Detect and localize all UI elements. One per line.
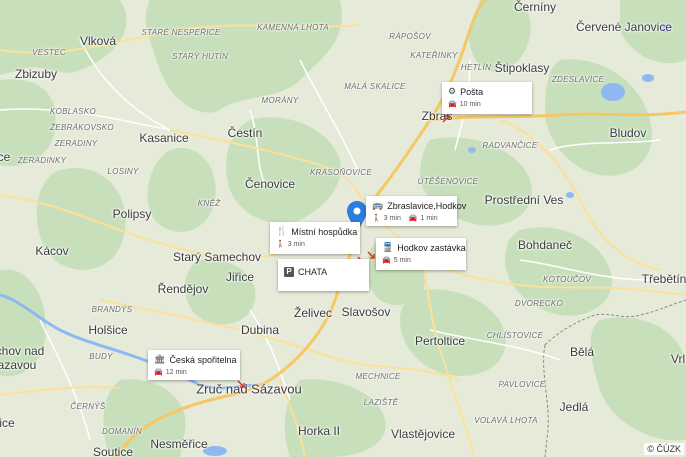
parking-icon: P xyxy=(284,267,294,277)
town-label[interactable]: Horka II xyxy=(298,425,340,437)
locality-label[interactable]: Žebrákovsko xyxy=(50,124,114,132)
restaurant-icon: 🍴 xyxy=(276,226,288,236)
town-label[interactable]: Štipoklasy xyxy=(495,62,550,74)
town-label[interactable]: Jedlá xyxy=(560,401,589,413)
town-label[interactable]: Nesměřice xyxy=(150,438,207,450)
locality-label[interactable]: Starý Hutín xyxy=(172,53,228,61)
locality-label[interactable]: Kateřinky xyxy=(410,52,457,60)
poi-card-hodkov-zastavka[interactable]: 🚆 Hodkov zastávka 🚘 5 min xyxy=(376,238,466,270)
poi-card-chata[interactable]: P CHATA xyxy=(278,259,369,291)
town-label[interactable]: Bludov xyxy=(610,127,647,139)
town-label[interactable]: Pertoltice xyxy=(415,335,465,347)
town-label[interactable]: Zruč nad Sázavou xyxy=(196,383,302,396)
town-label[interactable]: Dubina xyxy=(241,324,279,336)
locality-label[interactable]: Chlístovice xyxy=(487,332,544,340)
locality-label[interactable]: Hetlín xyxy=(461,64,491,72)
poi-name: Hodkov zastávka xyxy=(397,242,466,253)
walk-icon: 🚶 xyxy=(372,215,381,222)
town-label[interactable]: Čenovice xyxy=(245,178,295,190)
direction-arrow-icon xyxy=(442,115,450,123)
town-label[interactable]: Kácov xyxy=(35,245,68,257)
train-icon: 🚆 xyxy=(382,242,394,252)
locality-label[interactable]: Koblasko xyxy=(50,108,96,116)
poi-card-ceska-sporitelna[interactable]: 🏛 Česká spořitelna 🚘 12 min xyxy=(148,350,240,380)
map[interactable]: Černíny Červené Janovice Vlková Zbizuby … xyxy=(0,0,686,457)
locality-label[interactable]: Malá Skalice xyxy=(344,83,405,91)
locality-label[interactable]: Brandýs xyxy=(92,306,133,314)
locality-label[interactable]: Mechnice xyxy=(355,373,400,381)
poi-name: Místní hospůdka xyxy=(291,226,358,237)
map-attribution[interactable]: © ČÚZK xyxy=(644,443,684,455)
locality-label[interactable]: Vestec xyxy=(32,49,66,57)
bus-stop-icon: 🚌 xyxy=(372,200,384,210)
car-icon: 🚘 xyxy=(382,257,391,264)
town-label[interactable]: Čestín xyxy=(228,127,263,139)
locality-label[interactable]: Zeradiny xyxy=(55,140,98,148)
poi-name: Pošta xyxy=(460,86,484,97)
town-label[interactable]: Zbizuby xyxy=(15,68,57,80)
town-label[interactable]: Kasanice xyxy=(139,132,188,144)
travel-time: 3 min xyxy=(287,240,305,248)
car-icon: 🚘 xyxy=(408,215,418,222)
locality-label[interactable]: Kamenná Lhota xyxy=(257,24,329,32)
town-label[interactable]: Soutice xyxy=(93,446,133,457)
direction-arrow-icon xyxy=(367,251,375,259)
locality-label[interactable]: Černýš xyxy=(70,403,105,411)
walk-time: 3 min xyxy=(383,214,401,222)
car-icon: 🚘 xyxy=(448,101,457,108)
town-label[interactable]: Jiřice xyxy=(226,271,254,283)
town-label[interactable]: Řendějov xyxy=(158,283,209,295)
travel-time: 5 min xyxy=(393,256,411,264)
town-label[interactable]: Slavošov xyxy=(342,306,391,318)
travel-time: 10 min xyxy=(459,100,481,108)
locality-label[interactable]: Laziště xyxy=(364,399,399,407)
locality-label[interactable]: Rápošov xyxy=(389,33,431,41)
town-label[interactable]: Červené Janovice xyxy=(576,21,672,33)
locality-label[interactable]: Krasoňovice xyxy=(310,169,372,177)
town-label[interactable]: ce xyxy=(0,151,10,163)
locality-label[interactable]: Kotoučov xyxy=(543,276,591,284)
locality-label[interactable]: Dvorecko xyxy=(515,300,563,308)
locality-label[interactable]: Losiny xyxy=(107,168,138,176)
town-label[interactable]: Želivec xyxy=(294,307,332,319)
post-office-icon: ⚙ xyxy=(448,86,457,96)
town-label[interactable]: Polipsy xyxy=(113,208,152,220)
locality-label[interactable]: Morány xyxy=(262,97,299,105)
poi-name: Zbraslavice,Hodkov xyxy=(387,200,467,211)
locality-label[interactable]: Radvančice xyxy=(482,142,537,150)
town-label[interactable]: Vrl xyxy=(671,353,685,365)
town-label[interactable]: Černíny xyxy=(514,1,556,13)
walk-icon: 🚶 xyxy=(276,241,285,248)
locality-label[interactable]: Budy xyxy=(89,353,112,361)
locality-label[interactable]: Kněž xyxy=(198,200,221,208)
town-label[interactable]: ice xyxy=(0,417,15,429)
town-label[interactable]: Třebětín xyxy=(642,273,686,285)
poi-name: CHATA xyxy=(298,267,328,277)
poi-name: Česká spořitelna xyxy=(169,354,237,365)
locality-label[interactable]: Útěšenovice xyxy=(418,178,479,186)
town-label[interactable]: Vlastějovice xyxy=(391,428,455,440)
bank-icon: 🏛 xyxy=(154,354,166,364)
locality-label[interactable]: Staré Nespeřice xyxy=(141,29,220,37)
locality-label[interactable]: Volavá Lhota xyxy=(474,417,537,425)
town-label[interactable]: Starý Samechov xyxy=(173,251,261,263)
locality-label[interactable]: Domanín xyxy=(102,428,142,436)
town-label[interactable]: Bohdaneč xyxy=(518,239,572,251)
town-label[interactable]: chov nad xyxy=(0,345,44,357)
town-label[interactable]: Bělá xyxy=(570,346,594,358)
poi-card-zbraslavice-hodkov[interactable]: 🚌 Zbraslavice,Hodkov 🚶 3 min 🚘 1 min xyxy=(366,196,466,226)
town-label[interactable]: Vlková xyxy=(80,35,116,47)
travel-time: 12 min xyxy=(165,368,187,376)
town-label[interactable]: Prostřední Ves xyxy=(485,194,564,206)
town-label[interactable]: azavou xyxy=(0,359,36,371)
locality-label[interactable]: Pavlovice xyxy=(498,381,545,389)
poi-card-posta[interactable]: ⚙ Pošta 🚘 10 min xyxy=(442,82,532,114)
locality-label[interactable]: Zeradinky xyxy=(18,157,67,165)
direction-arrow-icon xyxy=(237,380,245,388)
car-icon: 🚘 xyxy=(154,369,163,376)
locality-label[interactable]: Zdeslavice xyxy=(552,76,604,84)
drive-time: 1 min xyxy=(420,214,438,222)
town-label[interactable]: Holšice xyxy=(88,324,127,336)
poi-card-mistni-hospudka[interactable]: 🍴 Místní hospůdka 🚶 3 min xyxy=(270,222,360,254)
